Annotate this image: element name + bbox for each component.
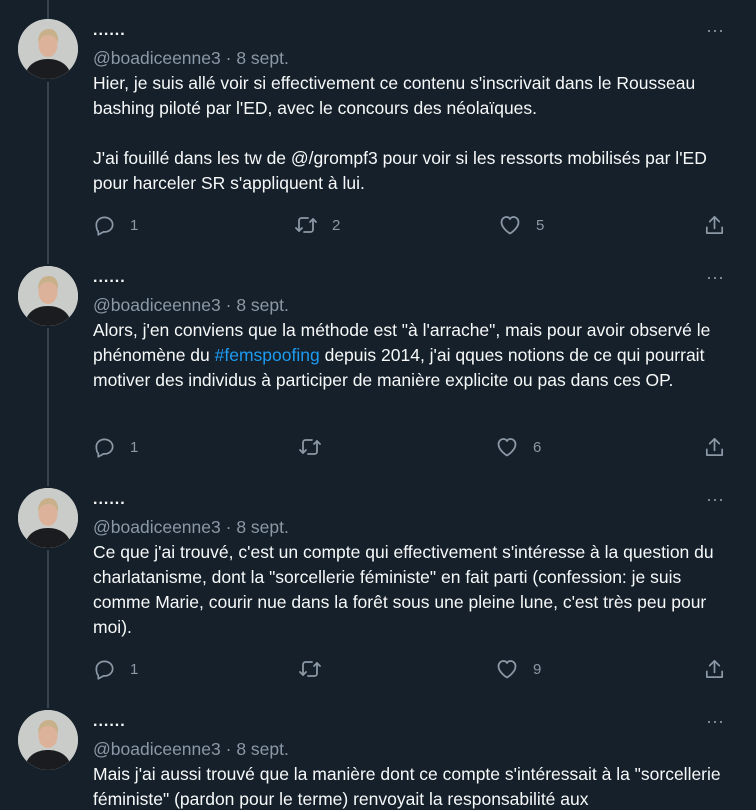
like-button[interactable]: 6 [495,434,541,460]
share-icon [703,436,726,459]
like-button[interactable]: 5 [498,212,544,238]
display-name[interactable]: ...... [93,266,126,292]
tweet[interactable]: ...... ··· @boadiceenne3 · 8 sept. Ce qu… [0,488,756,700]
tweet[interactable]: ...... ··· @boadiceenne3 · 8 sept. Mais … [0,710,756,810]
tweet-text: Ce que j'ai trouvé, c'est un compte qui … [93,540,741,640]
reply-count: 1 [130,216,139,234]
share-button[interactable] [703,212,726,238]
share-icon [703,658,726,681]
like-icon [498,213,522,237]
like-count: 5 [536,216,545,234]
retweet-icon [294,213,318,237]
tweet-meta: @boadiceenne3 · 8 sept. [93,515,289,539]
reply-button[interactable]: 1 [93,656,138,682]
tweet-paragraph: Alors, j'en conviens que la méthode est … [93,318,741,393]
meta-separator: · [225,295,232,315]
like-button[interactable]: 9 [495,656,541,682]
meta-separator: · [225,48,232,68]
tweet-meta: @boadiceenne3 · 8 sept. [93,737,289,761]
tweet-text: Alors, j'en conviens que la méthode est … [93,318,741,393]
more-icon[interactable]: ··· [698,488,732,514]
share-icon [703,214,726,237]
retweet-icon [298,435,322,459]
display-name[interactable]: ...... [93,488,126,514]
share-button[interactable] [703,434,726,460]
reply-icon [93,436,116,459]
like-count: 6 [533,438,542,456]
tweet-paragraph: J'ai fouillé dans les tw de @/grompf3 po… [93,148,707,193]
tweet-date[interactable]: 8 sept. [236,48,289,68]
reply-button[interactable]: 1 [93,434,138,460]
hashtag-link[interactable]: #femspoofing [215,345,320,365]
more-icon[interactable]: ··· [698,19,732,45]
user-handle[interactable]: @boadiceenne3 [93,739,221,759]
tweet[interactable]: ...... ··· @boadiceenne3 · 8 sept. Hier,… [0,19,756,254]
tweet-paragraph: Ce que j'ai trouvé, c'est un compte qui … [93,542,714,637]
tweet-date[interactable]: 8 sept. [236,517,289,537]
reply-count: 1 [130,438,139,456]
meta-separator: · [225,517,232,537]
avatar[interactable] [18,488,78,548]
more-icon[interactable]: ··· [698,710,732,736]
user-handle[interactable]: @boadiceenne3 [93,295,221,315]
retweet-button[interactable]: 2 [294,212,340,238]
display-name[interactable]: ...... [93,710,126,736]
avatar[interactable] [18,266,78,326]
tweet-meta: @boadiceenne3 · 8 sept. [93,293,289,317]
user-handle[interactable]: @boadiceenne3 [93,48,221,68]
avatar[interactable] [18,19,78,79]
tweet[interactable]: ...... ··· @boadiceenne3 · 8 sept. Alors… [0,266,756,478]
share-button[interactable] [703,656,726,682]
tweet-paragraph: Hier, je suis allé voir si effectivement… [93,73,696,118]
more-icon[interactable]: ··· [698,266,732,292]
user-handle[interactable]: @boadiceenne3 [93,517,221,537]
reply-icon [93,658,116,681]
tweet-date[interactable]: 8 sept. [236,739,289,759]
tweet-meta: @boadiceenne3 · 8 sept. [93,46,289,70]
like-icon [495,657,519,681]
reply-icon [93,214,116,237]
thread-line [47,0,49,20]
tweet-text: Hier, je suis allé voir si effectivement… [93,71,741,196]
display-name[interactable]: ...... [93,19,126,45]
retweet-button[interactable] [298,656,336,682]
like-count: 9 [533,660,542,678]
meta-separator: · [225,739,232,759]
avatar[interactable] [18,710,78,770]
tweet-date[interactable]: 8 sept. [236,295,289,315]
retweet-button[interactable] [298,434,336,460]
tweet-text: Mais j'ai aussi trouvé que la manière do… [93,762,741,810]
reply-count: 1 [130,660,139,678]
retweet-count: 2 [332,216,341,234]
tweet-paragraph: Mais j'ai aussi trouvé que la manière do… [93,764,721,809]
like-icon [495,435,519,459]
reply-button[interactable]: 1 [93,212,138,238]
retweet-icon [298,657,322,681]
